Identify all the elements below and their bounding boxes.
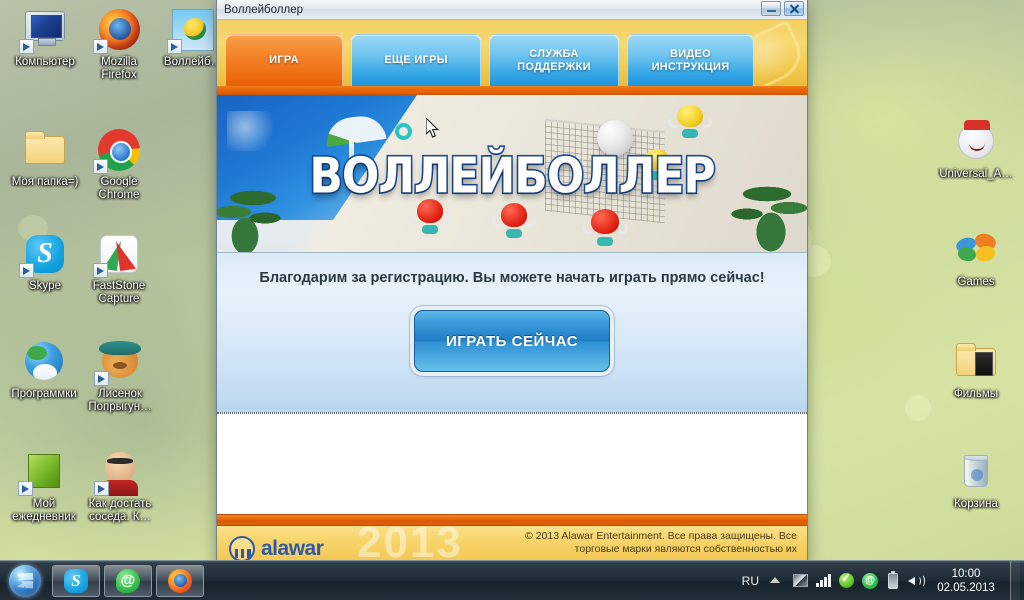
hero-character-red (492, 203, 536, 238)
firefox-icon (93, 6, 143, 54)
desktop-icon-label: Лисенок Попрыгун… (88, 388, 152, 413)
green-notebook-icon (18, 448, 68, 496)
universal-antivirus-icon (952, 118, 1000, 166)
alawar-mark-icon (229, 536, 255, 562)
battery-icon[interactable] (885, 570, 901, 589)
folder-icon (21, 126, 69, 174)
faststone-capture-icon (93, 230, 143, 278)
alawar-wordmark: alawar (261, 537, 324, 560)
window-titlebar[interactable]: Воллейболлер (217, 0, 807, 20)
window-controls (761, 1, 804, 16)
skype-icon: S (19, 230, 69, 278)
window-title: Воллейболлер (224, 3, 303, 16)
hero-volleyball-icon (597, 120, 633, 156)
globe-icon (20, 338, 68, 386)
neighbour-game-icon (94, 448, 144, 496)
chrome-icon (93, 126, 143, 174)
hero-character-yellow (636, 149, 678, 180)
show-desktop-button[interactable] (1010, 560, 1020, 600)
footer-rule (217, 514, 807, 526)
at-sign-icon: @ (116, 568, 140, 593)
hero-character-red (582, 209, 628, 246)
hero-character-red (408, 199, 452, 234)
desktop-icon-games[interactable]: Games (930, 226, 1022, 289)
desktop-icon-movies[interactable]: Фильмы (930, 338, 1022, 401)
hero-umbrella-pole (349, 139, 354, 167)
volume-icon[interactable] (908, 573, 925, 589)
language-indicator[interactable]: RU (742, 574, 759, 588)
desktop-icon-recycle-bin[interactable]: Корзина (930, 448, 1022, 511)
desktop-icon-label: Как достать соседа. К… (88, 498, 152, 523)
volleyballer-game-icon (167, 6, 217, 54)
taskbar-button-mail-agent[interactable]: @ (104, 564, 152, 597)
hero-palm-left (217, 184, 287, 252)
skype-icon: S (64, 568, 88, 593)
registration-message: Благодарим за регистрацию. Вы можете нач… (259, 270, 765, 286)
hero-banner: ВОЛЛЕЙБОЛЛЕР (217, 95, 807, 253)
clock-date: 02.05.2013 (937, 581, 995, 594)
network-signal-icon[interactable] (816, 573, 832, 589)
desktop-icon-label: Games (957, 276, 995, 288)
start-button[interactable] (2, 563, 48, 599)
hero-water-sparkle (227, 111, 287, 151)
display-icon[interactable] (793, 573, 809, 589)
clock[interactable]: 10:00 02.05.2013 (931, 567, 1003, 595)
hero-ring-icon (395, 123, 412, 140)
tab-video-instruction[interactable]: ВИДЕО ИНСТРУКЦИЯ (627, 34, 754, 86)
play-now-label: ИГРАТЬ СЕЙЧАС (445, 332, 579, 350)
windows-logo-icon (9, 564, 41, 597)
hero-character-yellow (668, 105, 712, 138)
tab-label: ИГРА (269, 54, 299, 66)
alawar-logo[interactable]: alawar (229, 536, 324, 562)
message-panel: Благодарим за регистрацию. Вы можете нач… (217, 253, 807, 413)
hero-palm-right (727, 178, 807, 252)
tab-more-games[interactable]: ЕЩЕ ИГРЫ (351, 34, 481, 86)
mail-agent-icon[interactable]: @ (862, 572, 878, 589)
desktop-icon-universal-antivirus[interactable]: Universal_A… (930, 118, 1022, 181)
wallpaper-bokeh (905, 395, 931, 421)
taskbar-button-skype[interactable]: S (52, 564, 100, 597)
content-blank-area (217, 413, 807, 514)
desktop-icon-label: FastStone Capture (92, 280, 146, 305)
desktop-icon-faststone-capture[interactable]: FastStone Capture (76, 230, 162, 306)
desktop-icon-neighbour-game[interactable]: Как достать соседа. К… (74, 448, 166, 524)
footer-watermark: 2013 (357, 526, 463, 564)
clock-time: 10:00 (951, 567, 981, 580)
desktop-icon-label: Фильмы (953, 388, 999, 400)
desktop-icon-label: Корзина (954, 498, 998, 510)
firefox-icon (168, 568, 192, 593)
tab-game[interactable]: ИГРА (225, 34, 343, 86)
desktop-icon-label: Google Chrome (98, 176, 140, 201)
show-hidden-icons-chevron-icon[interactable] (770, 573, 786, 589)
desktop-icon-google-chrome[interactable]: Google Chrome (76, 126, 162, 202)
recycle-bin-icon (952, 448, 1000, 496)
minimize-button[interactable] (761, 1, 781, 16)
tab-label: СЛУЖБА ПОДДЕРЖКИ (517, 47, 591, 73)
taskbar-button-firefox[interactable] (156, 564, 204, 597)
tab-label: ЕЩЕ ИГРЫ (384, 54, 448, 66)
tab-strip: ИГРА ЕЩЕ ИГРЫ СЛУЖБА ПОДДЕРЖКИ ВИДЕО ИНС… (217, 20, 807, 86)
computer-icon (19, 6, 69, 54)
desktop-icon-lisenok-poprygun[interactable]: Лисенок Попрыгун… (74, 338, 166, 414)
desktop-icon-label: Universal_A… (939, 168, 1013, 180)
tab-underline-rule (217, 86, 807, 95)
copyright-text: © 2013 Alawar Entertainment. Все права з… (525, 530, 797, 555)
play-now-button[interactable]: ИГРАТЬ СЕЙЧАС (414, 310, 610, 372)
fox-game-icon (94, 338, 144, 386)
taskbar: S @ RU @ (0, 560, 1024, 600)
desktop: Компьютер Mozilla Firefox Воллейб… Моя п… (0, 0, 1024, 600)
antivirus-ok-icon[interactable] (839, 571, 855, 589)
window-footer: 2013 alawar © 2013 Alawar Entertainment.… (217, 526, 807, 564)
tab-label: ВИДЕО ИНСТРУКЦИЯ (651, 47, 730, 73)
movies-folder-icon (952, 338, 1000, 386)
system-tray: RU @ 10:00 02.05.2013 (742, 560, 1024, 600)
close-button[interactable] (784, 1, 804, 16)
game-window: Воллейболлер ИГРА ЕЩЕ ИГРЫ СЛУЖБА ПОДДЕР… (216, 0, 808, 565)
games-butterfly-icon (952, 226, 1000, 274)
tab-support[interactable]: СЛУЖБА ПОДДЕРЖКИ (489, 34, 619, 86)
